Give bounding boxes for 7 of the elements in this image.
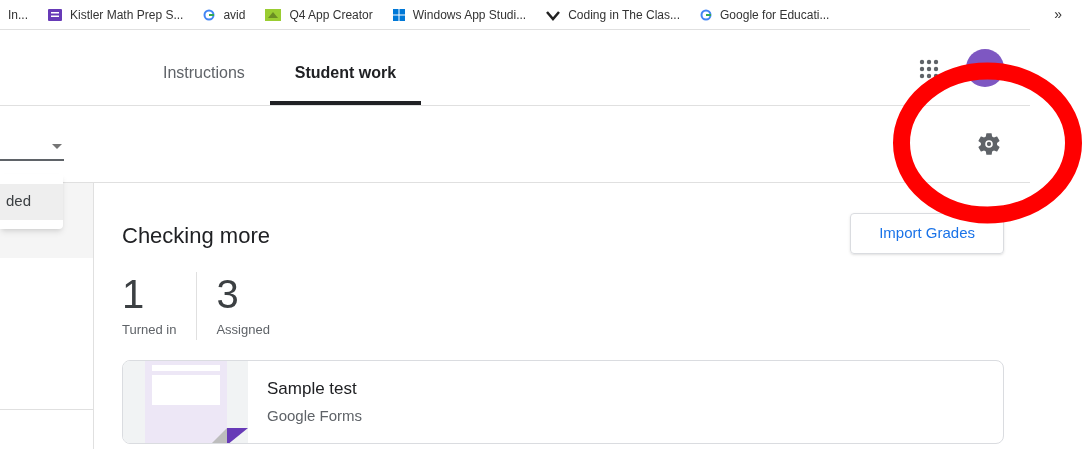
attachment-title: Sample test (267, 378, 358, 400)
stat-count: 1 (122, 272, 146, 316)
assignment-title: Checking more (122, 222, 270, 250)
stat-label: Assigned (216, 321, 270, 339)
attachment-type: Google Forms (267, 405, 363, 426)
stat-count: 3 (216, 272, 240, 316)
stat-label: Turned in (122, 321, 177, 339)
